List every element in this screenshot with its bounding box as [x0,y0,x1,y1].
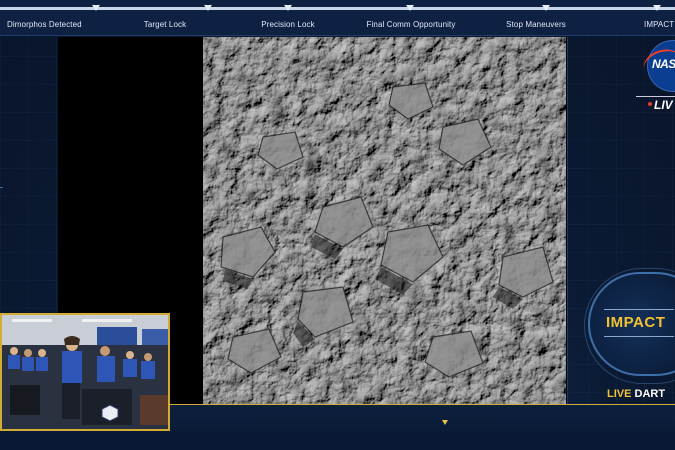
rail-tick [0,187,3,188]
divider [636,96,675,97]
milestone-precision-lock: Precision Lock [261,20,315,29]
mission-control-room-picture [2,315,168,429]
timeline-marker-icon [204,5,212,11]
nasa-logo-text: NASA [652,57,675,71]
timeline-marker-icon [653,5,661,11]
live-dot-icon [648,102,652,106]
asteroid-surface-image [203,37,566,404]
mission-timeline: Dimorphos Detected Target Lock Precision… [0,0,675,36]
bottom-strip [0,431,675,450]
impact-badge-rule [604,336,674,337]
milestone-dimorphos-detected: Dimorphos Detected [7,20,82,29]
mission-control-camera-inset [0,313,170,431]
timeline-marker-icon [542,5,550,11]
timeline-marker-icon [406,5,414,11]
left-rail [0,37,58,317]
milestone-impact: IMPACT [644,20,675,29]
mission-word: DART [634,388,666,400]
impact-badge-label: IMPACT [606,314,666,331]
asteroid-rubble-picture [203,37,566,404]
milestone-final-comm-opportunity: Final Comm Opportunity [366,20,456,29]
impact-badge-rule [604,309,674,310]
milestone-target-lock: Target Lock [143,20,187,29]
timeline-track [0,7,675,10]
milestone-stop-maneuvers: Stop Maneuvers [506,20,566,29]
lower-third-arrow-icon [442,420,448,425]
timeline-marker-icon [92,5,100,11]
timeline-marker-icon [284,5,292,11]
live-tag: LIV [654,98,673,112]
live-word: LIVE [607,388,632,400]
live-dart-label: LIVE DART [607,388,665,400]
